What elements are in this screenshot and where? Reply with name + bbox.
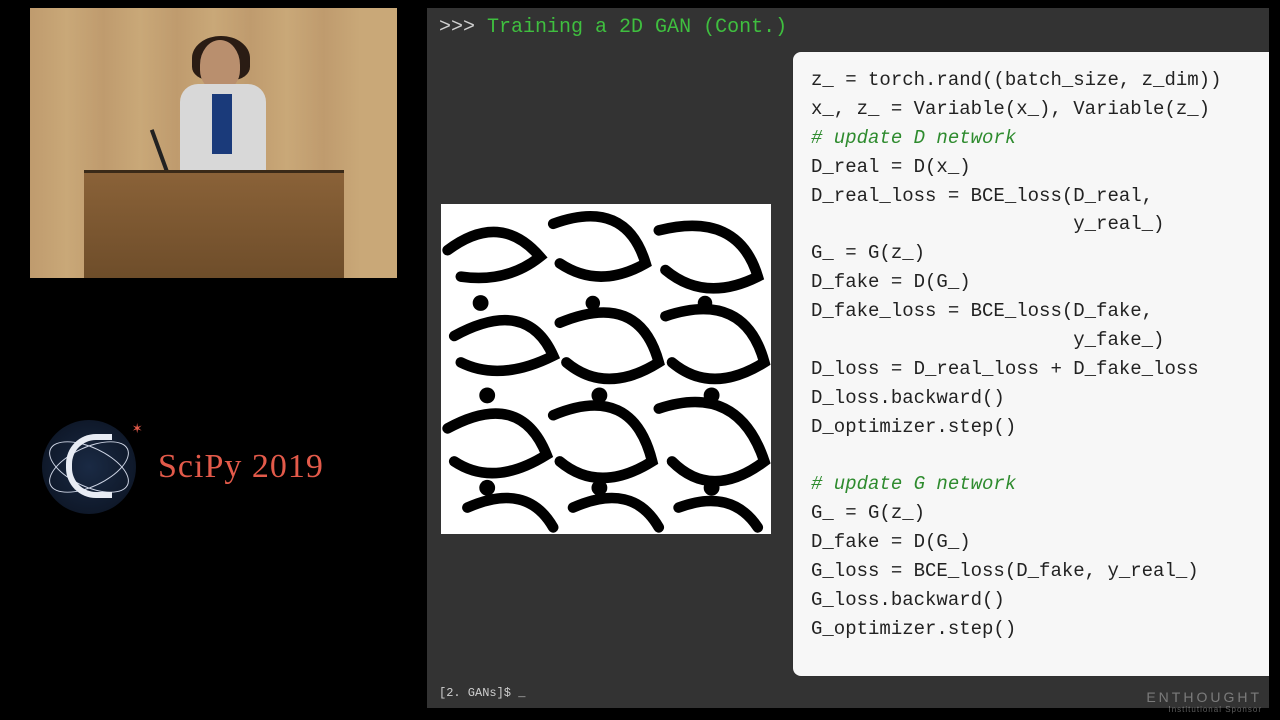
code-line: y_fake_) — [811, 329, 1164, 351]
conference-branding: ✶ SciPy 2019 — [42, 420, 324, 514]
prompt-symbol: >>> — [439, 16, 475, 39]
code-line: D_fake = D(G_) — [811, 531, 971, 553]
code-line: x_, z_ = Variable(x_), Variable(z_) — [811, 98, 1210, 120]
slide-title: Training a 2D GAN (Cont.) — [487, 16, 787, 39]
code-line: z_ = torch.rand((batch_size, z_dim)) — [811, 69, 1221, 91]
code-line: D_loss = D_real_loss + D_fake_loss — [811, 358, 1199, 380]
code-line: D_fake_loss = BCE_loss(D_fake, — [811, 300, 1153, 322]
code-line: D_fake = D(G_) — [811, 271, 971, 293]
sponsor-brand: ENTHOUGHT — [1146, 689, 1262, 705]
code-line: G_ = G(z_) — [811, 242, 925, 264]
sponsor-subtitle: Institutional Sponsor — [1146, 705, 1262, 714]
speaker-video-inset — [30, 8, 397, 278]
code-line: D_real_loss = BCE_loss(D_real, — [811, 185, 1153, 207]
code-listing: z_ = torch.rand((batch_size, z_dim)) x_,… — [793, 52, 1269, 676]
terminal-footer-prompt: [2. GANs]$ _ — [439, 686, 525, 700]
code-line: G_ = G(z_) — [811, 502, 925, 524]
code-line: G_loss.backward() — [811, 589, 1005, 611]
code-comment: # update D network — [811, 127, 1016, 149]
sponsor-watermark: ENTHOUGHT Institutional Sponsor — [1146, 689, 1262, 714]
code-line: D_real = D(x_) — [811, 156, 971, 178]
scipy-logo-icon: ✶ — [42, 420, 136, 514]
podium — [84, 170, 344, 278]
presentation-slide: >>> Training a 2D GAN (Cont.) — [427, 8, 1269, 708]
code-line: D_optimizer.step() — [811, 416, 1016, 438]
code-line: G_loss = BCE_loss(D_fake, y_real_) — [811, 560, 1199, 582]
slide-title-bar: >>> Training a 2D GAN (Cont.) — [427, 8, 1269, 45]
conference-name: SciPy 2019 — [158, 448, 324, 486]
code-comment: # update G network — [811, 473, 1016, 495]
code-line: G_optimizer.step() — [811, 618, 1016, 640]
code-line: D_loss.backward() — [811, 387, 1005, 409]
code-line: y_real_) — [811, 213, 1164, 235]
generated-image-panel — [441, 204, 771, 534]
